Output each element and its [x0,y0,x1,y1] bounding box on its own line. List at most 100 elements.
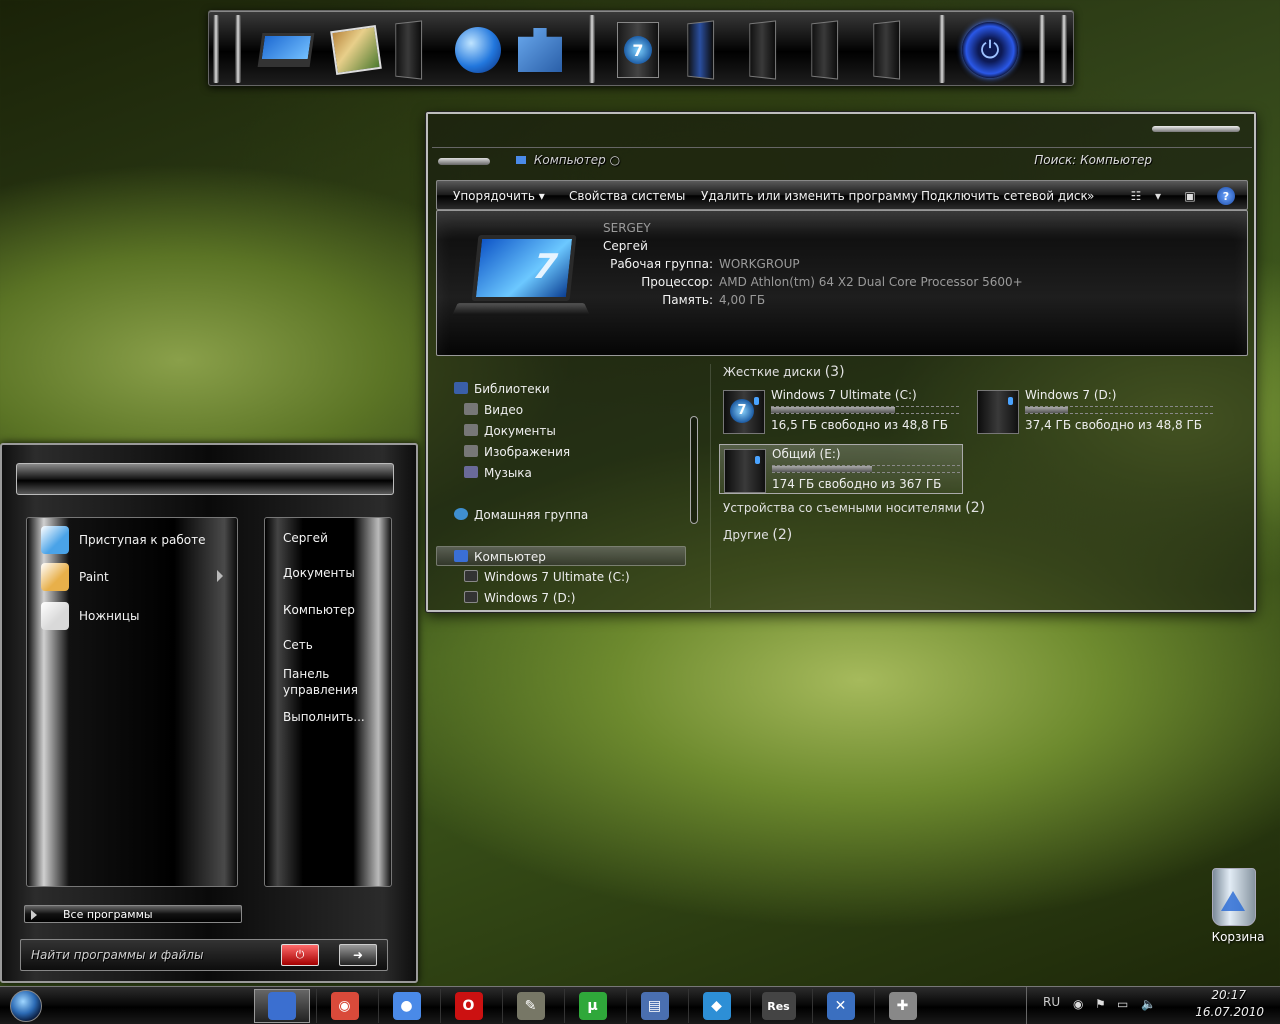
power-icon[interactable]: ⏻ [961,19,1019,81]
program-getting-started[interactable]: Приступая к работе [41,524,231,556]
taskbar-button[interactable]: µ [564,989,620,1023]
taskbar-button[interactable]: ✕ [812,989,868,1023]
dock-separator [1039,15,1045,83]
back-forward-buttons[interactable] [438,158,490,165]
view-options-icon[interactable]: ☷ [1127,187,1145,205]
link-user[interactable]: Сергей [283,530,383,546]
language-indicator[interactable]: RU [1043,995,1060,1009]
address-bar[interactable]: Компьютер ○ [516,153,620,167]
taskbar-button[interactable]: O [440,989,496,1023]
drive-tile-selected[interactable]: Общий (E:) 174 ГБ свободно из 367 ГБ [719,444,963,494]
chevron-down-icon[interactable]: ▾ [1149,187,1167,205]
taskbar-button[interactable]: ◉ [316,989,372,1023]
windows7-drive-icon[interactable]: 7 [609,19,667,81]
start-search-input[interactable]: Найти программы и файлы [31,948,203,962]
library-icon [454,382,468,394]
taskbar-button[interactable] [254,989,310,1023]
link-network[interactable]: Сеть [283,637,383,653]
refresh-icon[interactable]: ○ [610,153,620,167]
system-properties-button[interactable]: Свойства системы [569,189,685,203]
taskbar-button[interactable]: ● [378,989,434,1023]
address-crumb[interactable]: Компьютер [534,153,606,167]
snipping-tool-icon [41,602,69,630]
blank-slab-icon[interactable] [795,19,853,81]
nav-item-computer[interactable]: Компьютер [454,550,546,564]
games-puzzle-icon[interactable] [511,19,569,81]
all-programs-button[interactable]: Все программы [24,905,242,923]
nav-item-music[interactable]: Музыка [464,466,532,480]
cpu-label: Процессор: [641,275,713,289]
shutdown-button[interactable]: ⏻ [281,944,319,966]
documents-icon [464,424,478,436]
link-computer[interactable]: Компьютер [283,602,383,618]
laptop-icon[interactable] [257,19,315,81]
title-bar[interactable] [432,118,1252,148]
drive-tile[interactable]: Windows 7 (D:) 37,4 ГБ свободно из 48,8 … [973,386,1217,436]
submenu-arrow-icon[interactable] [217,570,223,582]
help-icon[interactable]: ? [1217,187,1235,205]
nav-item-drive-c[interactable]: Windows 7 Ultimate (C:) [464,570,630,584]
nav-item-drive-d[interactable]: Windows 7 (D:) [464,591,575,605]
link-documents[interactable]: Документы [283,565,383,581]
more-commands-button[interactable]: » [1087,189,1094,203]
start-button[interactable] [10,990,42,1022]
uninstall-program-button[interactable]: Удалить или изменить программу [701,189,918,203]
dock-separator [235,15,241,83]
music-icon [464,466,478,478]
action-center-flag-icon[interactable]: ⚑ [1095,997,1106,1011]
memory-label: Память: [662,293,713,307]
workgroup-label: Рабочая группа: [610,257,713,271]
search-input[interactable]: Поиск: Компьютер [1034,153,1152,167]
window-controls[interactable] [1152,126,1240,132]
taskbar-button[interactable]: ◆ [688,989,744,1023]
taskbar-button[interactable]: ▤ [626,989,682,1023]
monitor-icon[interactable]: ▭ [1117,997,1128,1011]
wrench-icon: ✚ [888,992,917,1020]
tools-icon: ✕ [826,992,855,1020]
nav-item-documents[interactable]: Документы [464,424,556,438]
computer-icon [516,156,526,164]
program-paint[interactable]: Paint [41,561,231,593]
blank-slab-icon[interactable] [857,19,915,81]
start-menu-programs: Приступая к работе Paint Ножницы [26,517,238,887]
navigation-pane: Библиотеки Видео Документы Изображения М… [436,364,704,608]
drive-tile[interactable]: 7 Windows 7 Ultimate (C:) 16,5 ГБ свобод… [719,386,963,436]
taskbar-button[interactable]: Res [750,989,806,1023]
blank-slab-icon[interactable] [379,19,437,81]
organize-button[interactable]: Упорядочить ▾ [453,189,545,203]
volume-icon[interactable]: 🔈 [1141,997,1156,1011]
recycle-bin-icon [1212,868,1256,926]
nav-scrollbar[interactable] [690,416,698,524]
group-hard-disks[interactable]: Жесткие диски (3) [723,364,845,380]
shutdown-options-button[interactable]: ➜ [339,944,377,966]
photos-icon[interactable] [327,19,385,81]
preview-pane-icon[interactable]: ▣ [1181,187,1199,205]
start-menu: Приступая к работе Paint Ножницы Сергей … [0,443,418,983]
nav-item-homegroup[interactable]: Домашняя группа [454,508,588,522]
explorer-icon [268,992,296,1020]
clock-date[interactable]: 16.07.2010 [1195,1005,1264,1019]
images-icon [464,445,478,457]
drives-pane: Жесткие диски (3) 7 Windows 7 Ultimate (… [710,364,1250,608]
blank-slab-icon[interactable] [733,19,791,81]
nav-item-libraries[interactable]: Библиотеки [454,382,550,396]
taskbar-button[interactable]: ✚ [874,989,930,1023]
clock-time[interactable]: 20:17 [1211,988,1246,1002]
link-control-panel[interactable]: Панель управления [283,666,383,698]
drive-name: Windows 7 (D:) [1025,388,1117,402]
tray-network-icon[interactable]: ◉ [1073,997,1083,1011]
nav-item-video[interactable]: Видео [464,403,523,417]
group-removable[interactable]: Устройства со съемными носителями (2) [723,500,985,516]
media-center-icon[interactable] [671,19,729,81]
link-run[interactable]: Выполнить... [283,709,383,725]
group-other[interactable]: Другие (2) [723,527,792,543]
network-globe-icon[interactable] [449,19,507,81]
chrome-icon: ◉ [330,992,359,1020]
recycle-bin[interactable]: Корзина [1196,866,1280,950]
drive-icon [464,591,478,603]
dock-separator [589,15,595,83]
taskbar-button[interactable]: ✎ [502,989,558,1023]
nav-item-images[interactable]: Изображения [464,445,570,459]
map-network-drive-button[interactable]: Подключить сетевой диск [921,189,1088,203]
program-snipping-tool[interactable]: Ножницы [41,600,231,632]
